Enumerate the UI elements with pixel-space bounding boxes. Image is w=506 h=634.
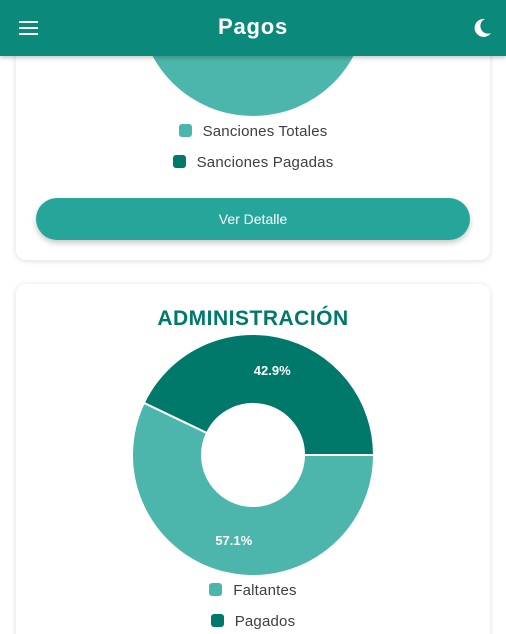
legend-item-sanciones-pagadas[interactable]: Sanciones Pagadas	[16, 154, 490, 171]
legend-label: Faltantes	[233, 582, 297, 599]
data-label-faltantes: 57.1%	[215, 533, 252, 548]
legend-swatch	[172, 155, 186, 168]
legend-swatch	[209, 583, 223, 596]
administracion-donut-chart: 57.1% 42.9%	[131, 333, 376, 577]
legend-label: Sanciones Pagadas	[196, 154, 334, 171]
data-label-pagados: 42.9%	[254, 363, 291, 378]
legend-swatch	[210, 614, 224, 627]
page-title: Pagos	[217, 14, 289, 39]
legend-item-sanciones-totales[interactable]: Sanciones Totales	[16, 123, 490, 140]
legend-label: Pagados	[234, 613, 296, 630]
legend-item-faltantes[interactable]: Faltantes	[16, 582, 490, 599]
legend-swatch	[178, 124, 192, 137]
legend-item-pagados[interactable]: Pagados	[16, 613, 490, 630]
ver-detalle-button[interactable]: Ver Detalle	[36, 198, 470, 240]
legend-label: Sanciones Totales	[202, 123, 328, 140]
administracion-card: ADMINISTRACIÓN 57.1% 42.9% Faltantes Paga…	[16, 284, 490, 634]
app-bar: Pagos	[0, 0, 506, 56]
moon-icon[interactable]	[466, 12, 498, 44]
page-content: Sanciones Totales Sanciones Pagadas Ver …	[0, 0, 506, 634]
